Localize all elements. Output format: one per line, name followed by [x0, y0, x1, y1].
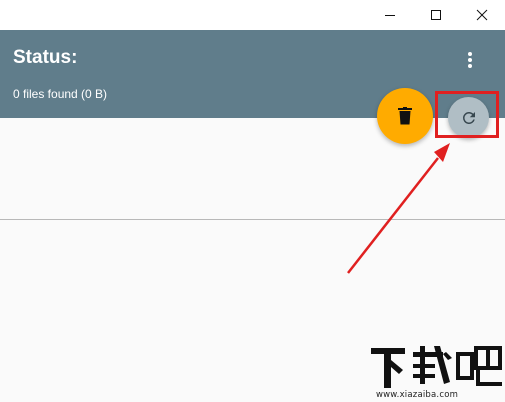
close-icon: [476, 9, 488, 21]
more-vert-icon: [468, 52, 472, 68]
content-divider: [0, 219, 505, 220]
status-title: Status:: [13, 47, 78, 68]
trash-icon: [398, 107, 412, 125]
more-options-button[interactable]: [456, 46, 484, 74]
minimize-icon: [385, 15, 395, 16]
highlight-box: [435, 91, 499, 138]
title-bar: [0, 0, 505, 30]
status-detail: 0 files found (0 B): [13, 87, 108, 101]
maximize-icon: [431, 10, 441, 20]
delete-button[interactable]: [377, 88, 433, 144]
maximize-button[interactable]: [413, 0, 459, 30]
watermark-url: www.xiazaiba.com: [376, 390, 459, 400]
minimize-button[interactable]: [367, 0, 413, 30]
app-window: Status: 0 files found (0 B) www.xiazaiba…: [0, 0, 505, 402]
close-button[interactable]: [459, 0, 505, 30]
